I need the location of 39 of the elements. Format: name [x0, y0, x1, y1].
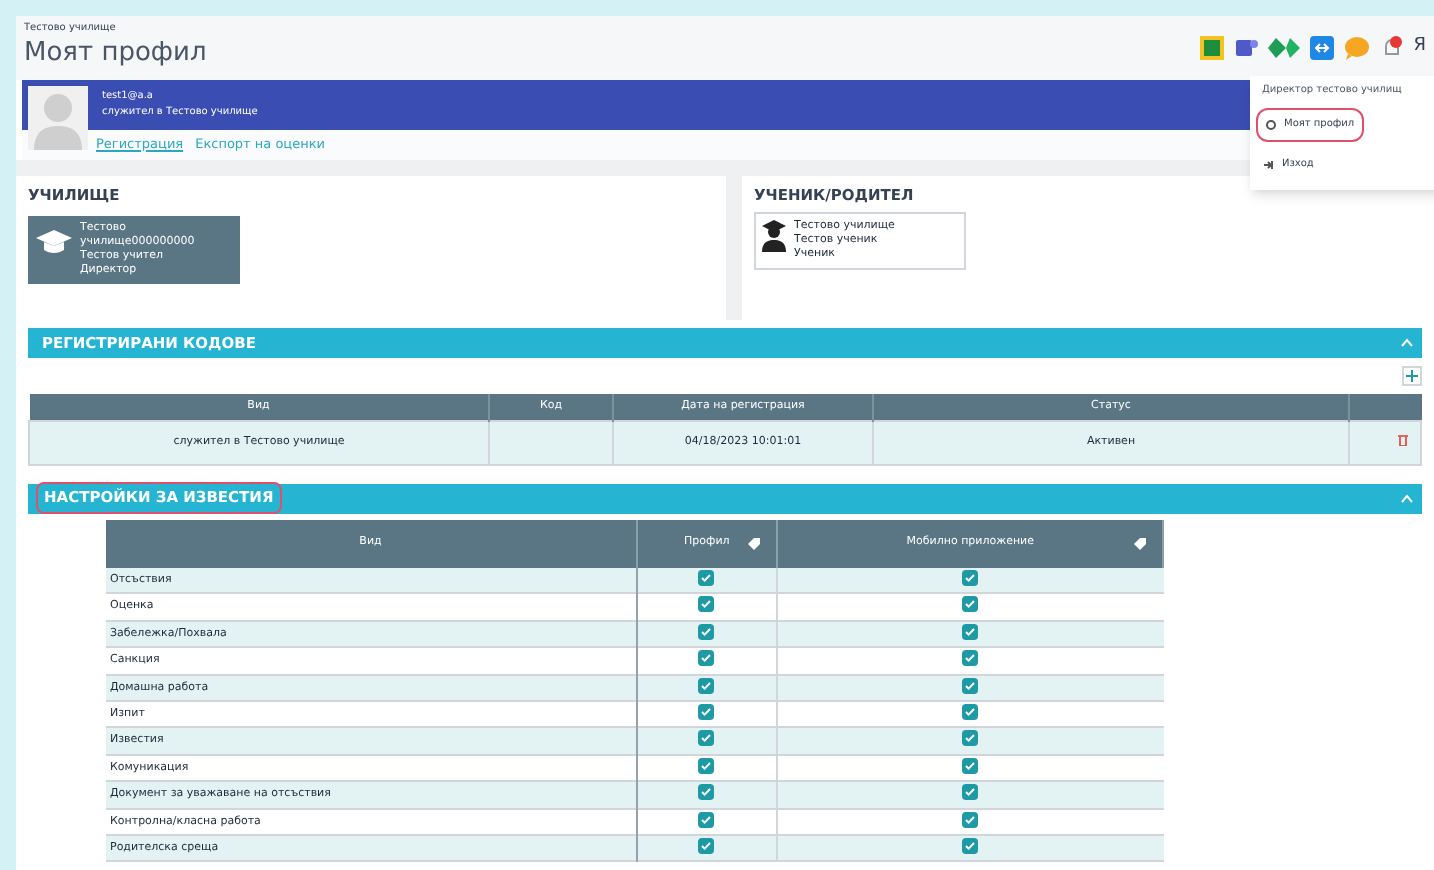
- delete-icon[interactable]: [1398, 434, 1408, 447]
- collapse-icon[interactable]: [1400, 338, 1414, 348]
- checkbox[interactable]: [962, 569, 979, 586]
- checkbox[interactable]: [962, 704, 979, 721]
- bell-icon[interactable]: [1379, 35, 1404, 60]
- checkbox[interactable]: [698, 730, 715, 747]
- table-cell: [489, 420, 613, 464]
- remote-icon[interactable]: [1309, 35, 1334, 60]
- diamond-icon[interactable]: [1267, 35, 1300, 60]
- checkbox[interactable]: [698, 784, 715, 801]
- checkbox[interactable]: [698, 596, 715, 613]
- help-chat-icon[interactable]: [1343, 35, 1370, 60]
- checkbox[interactable]: [698, 811, 715, 828]
- classroom-icon[interactable]: [1199, 35, 1224, 60]
- tag-icon[interactable]: [748, 537, 761, 549]
- graduation-cap-icon: [36, 230, 72, 255]
- checkbox[interactable]: [698, 569, 715, 586]
- checkbox[interactable]: [962, 623, 979, 640]
- collapse-icon[interactable]: [1400, 493, 1414, 503]
- checkbox[interactable]: [698, 677, 715, 694]
- checkbox[interactable]: [962, 650, 979, 667]
- checkbox[interactable]: [698, 623, 715, 640]
- logout-icon: [1264, 160, 1274, 171]
- checkbox[interactable]: [698, 650, 715, 667]
- checkbox[interactable]: [962, 677, 979, 694]
- checkbox[interactable]: [962, 730, 979, 747]
- student-icon: [762, 220, 786, 253]
- checkbox[interactable]: [698, 757, 715, 774]
- checkbox[interactable]: [962, 784, 979, 801]
- tag-icon[interactable]: [1134, 537, 1146, 549]
- checkbox[interactable]: [698, 837, 715, 854]
- add-button[interactable]: [1402, 366, 1422, 386]
- checkbox[interactable]: [962, 837, 979, 854]
- page-title: Моят профил: [24, 37, 207, 69]
- checkbox[interactable]: [962, 757, 979, 774]
- checkbox[interactable]: [962, 596, 979, 613]
- user-initial[interactable]: Я: [1413, 34, 1426, 61]
- checkbox[interactable]: [962, 811, 979, 828]
- checkbox[interactable]: [698, 704, 715, 721]
